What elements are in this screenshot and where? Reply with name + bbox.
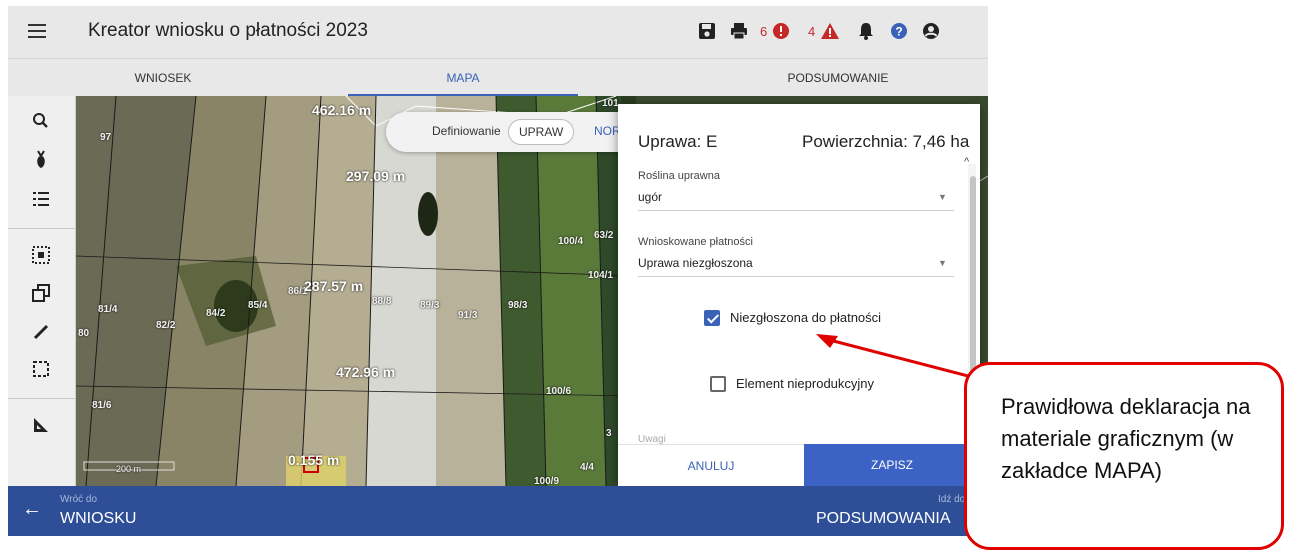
parcel-label: 4/4 (580, 462, 594, 473)
measure-label: 287.57 m (304, 278, 364, 294)
mode-upraw-button[interactable]: UPRAW (508, 119, 575, 145)
parcel-label: 82/2 (156, 320, 176, 331)
crop-select-label: Roślina uprawna (638, 170, 720, 182)
bell-icon[interactable] (858, 22, 874, 40)
payments-select-label: Wnioskowane płatności (638, 236, 753, 248)
annotation-callout: Prawidłowa deklaracja na materiale grafi… (964, 362, 1284, 550)
measure-label: 0.155 m (288, 452, 340, 468)
parcel-label: 81/6 (92, 400, 112, 411)
arrow-left-icon[interactable]: ← (22, 498, 42, 521)
not-declared-checkbox[interactable] (704, 310, 720, 326)
top-bar: Kreator wniosku o płatności 2023 6 4 ? (8, 6, 988, 58)
select-area-icon[interactable] (28, 242, 54, 268)
warning-icon[interactable] (820, 22, 840, 40)
parcel-label: 80 (78, 328, 90, 339)
parcel-label: 85/4 (248, 300, 268, 311)
parcel-label: 100/9 (534, 476, 560, 486)
measure-label: 472.96 m (336, 364, 396, 380)
callout-text: Prawidłowa deklaracja na materiale grafi… (1001, 394, 1251, 483)
map-tools (8, 96, 76, 486)
pencil-icon[interactable] (28, 318, 54, 344)
parcel-label: 101 (602, 98, 619, 109)
account-icon[interactable] (922, 22, 940, 40)
chevron-down-icon: ▼ (938, 192, 947, 202)
tab-mapa[interactable]: MAPA (348, 59, 578, 97)
warning-count: 4 (808, 24, 816, 39)
tab-wniosek[interactable]: WNIOSEK (88, 59, 238, 97)
parcel-label: 3 (606, 428, 612, 439)
map-scale-label: 200 m (116, 464, 142, 474)
parcel-label: 100/4 (558, 236, 584, 247)
parcel-label: 88/8 (372, 296, 392, 307)
forward-caption: Idź do (938, 494, 966, 505)
print-icon[interactable] (730, 22, 748, 40)
forward-to-summary-link[interactable]: PODSUMOWANIA (816, 510, 951, 528)
chevron-down-icon: ▼ (938, 258, 947, 268)
error-count: 6 (760, 24, 768, 39)
measure-label: 462.16 m (312, 102, 372, 118)
parcel-label: 100/6 (546, 386, 572, 397)
svg-text:?: ? (895, 25, 902, 39)
non-productive-checkbox[interactable] (710, 376, 726, 392)
help-icon[interactable]: ? (890, 22, 908, 40)
error-icon[interactable] (772, 22, 790, 40)
payments-select-value: Uprawa niezgłoszona (638, 256, 753, 270)
parcel-label: 91/3 (458, 310, 478, 321)
parcel-label: 81/4 (98, 304, 118, 315)
menu-icon[interactable] (28, 24, 46, 40)
parcel-label: 97 (100, 132, 112, 143)
area-title: Powierzchnia: 7,46 ha (802, 132, 970, 151)
draw-rectangle-icon[interactable] (28, 356, 54, 382)
crop-title: Uprawa: E (638, 132, 718, 151)
tool-separator (8, 228, 76, 229)
parcel-label: 84/2 (206, 308, 226, 319)
field-underline (638, 276, 954, 277)
bottom-navigation: ← Wróć do WNIOSKU Idź do PODSUMOWANIA (8, 486, 988, 536)
definition-label: Definiowanie (432, 124, 501, 138)
parcel-label: 98/3 (508, 300, 528, 311)
parcel-label: 104/1 (588, 270, 614, 281)
parcel-label: 63/2 (594, 230, 614, 241)
back-to-wniosek-link[interactable]: WNIOSKU (60, 510, 136, 528)
crop-plant-icon[interactable] (28, 148, 54, 174)
scroll-up-icon[interactable]: ^ (964, 156, 969, 168)
crop-select[interactable]: Roślina uprawna ugór ▼ (638, 170, 954, 212)
search-icon[interactable] (28, 108, 54, 134)
cancel-button[interactable]: ANULUJ (618, 444, 804, 486)
crop-select-value: ugór (638, 190, 663, 204)
tool-separator (8, 398, 76, 399)
app-title: Kreator wniosku o płatności 2023 (88, 20, 368, 41)
measure-label: 297.09 m (346, 168, 406, 184)
app-window: Kreator wniosku o płatności 2023 6 4 ? W… (0, 0, 1298, 554)
copy-shape-icon[interactable] (28, 280, 54, 306)
parcel-label: 89/3 (420, 300, 440, 311)
list-icon[interactable] (28, 186, 54, 212)
payments-select[interactable]: Wnioskowane płatności Uprawa niezgłoszon… (638, 236, 954, 278)
definition-mode-switch: Definiowanie UPRAW NORM (386, 112, 646, 152)
back-caption: Wróć do (60, 494, 98, 505)
save-icon[interactable] (698, 22, 716, 40)
measure-icon[interactable] (28, 412, 54, 438)
tab-podsumowanie[interactable]: PODSUMOWANIE (748, 59, 928, 97)
tab-bar: WNIOSEK MAPA PODSUMOWANIE (8, 58, 988, 97)
field-underline (638, 210, 954, 211)
